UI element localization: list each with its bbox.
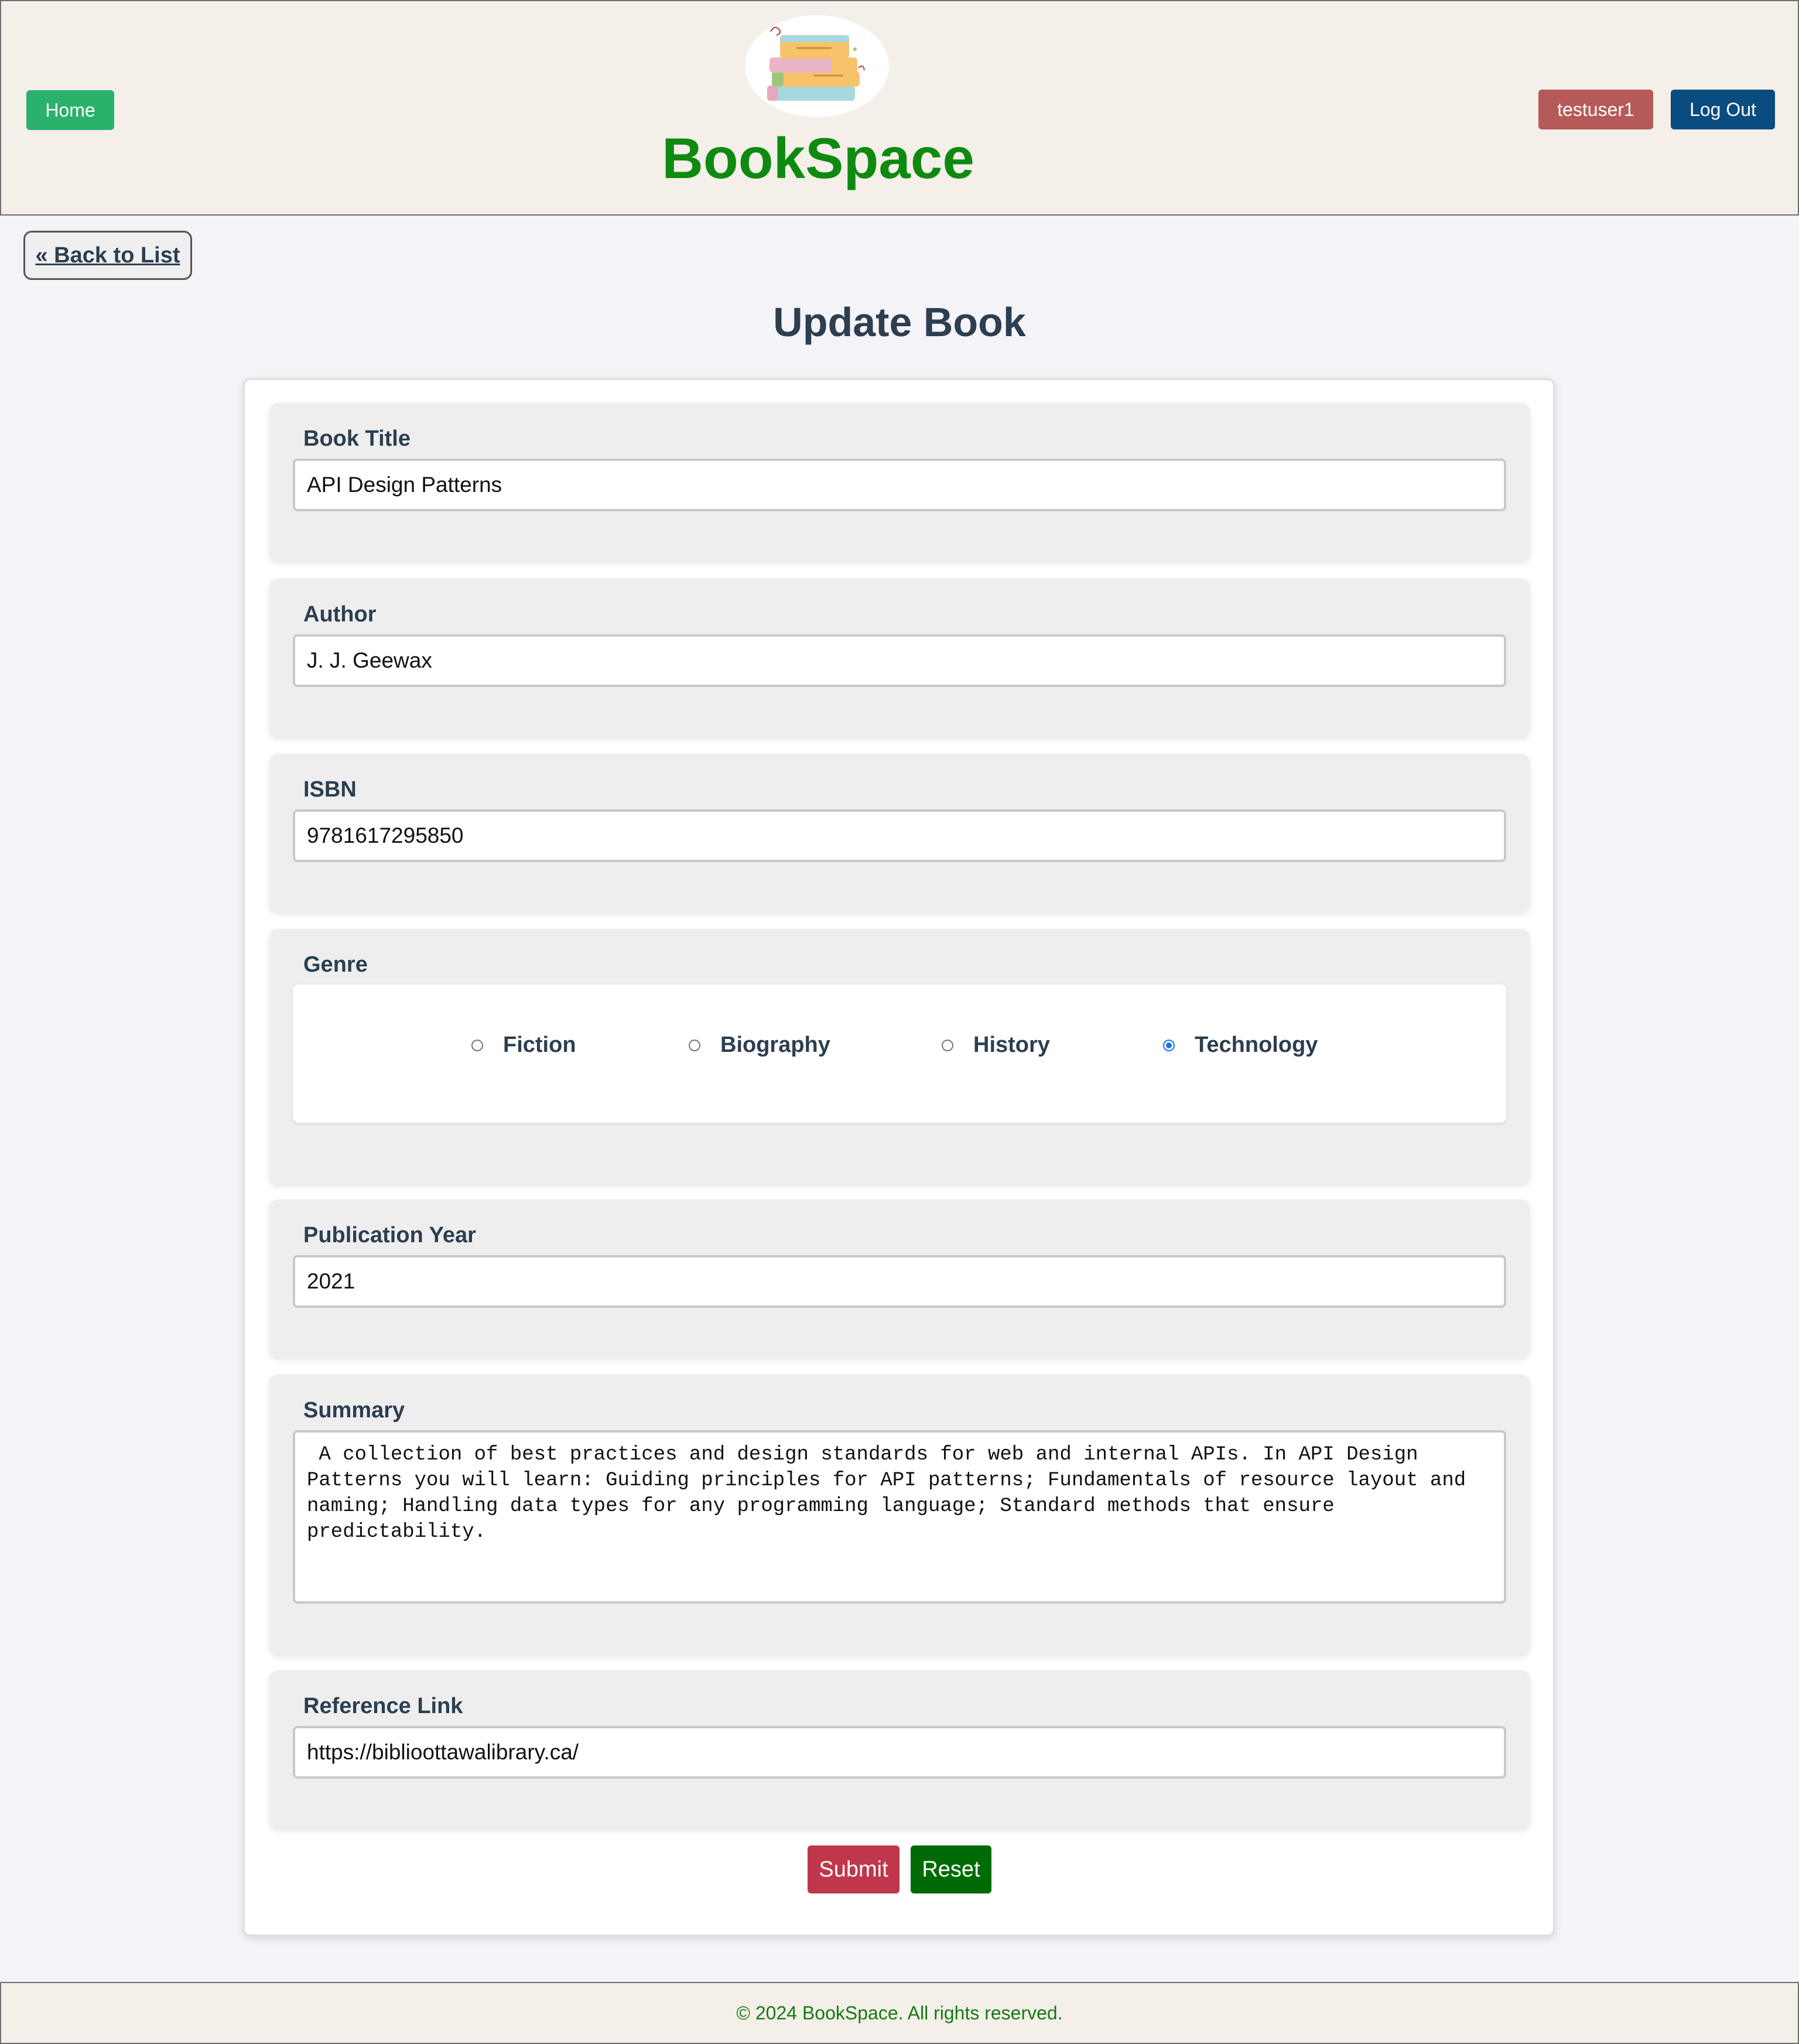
user-button[interactable]: testuser1: [1538, 90, 1653, 129]
genre-option-history[interactable]: History: [942, 1033, 1050, 1058]
radio-technology[interactable]: [1163, 1039, 1175, 1051]
publication-year-input[interactable]: [293, 1255, 1506, 1308]
home-button[interactable]: Home: [26, 90, 114, 130]
radio-fiction[interactable]: [471, 1039, 483, 1051]
back-to-list-link[interactable]: « Back to List: [23, 231, 192, 280]
genre-label: Genre: [303, 952, 368, 977]
page-title: Update Book: [773, 299, 1026, 345]
site-footer: © 2024 BookSpace. All rights reserved.: [0, 1982, 1799, 2044]
submit-button[interactable]: Submit: [808, 1845, 900, 1893]
site-header: Home BookSpace testuser1 Log Out: [0, 0, 1799, 216]
book-title-input[interactable]: [293, 459, 1506, 511]
isbn-label: ISBN: [303, 777, 357, 802]
publication-year-group: Publication Year: [269, 1199, 1530, 1358]
book-title-group: Book Title: [269, 403, 1530, 561]
author-group: Author: [269, 579, 1530, 737]
reset-button[interactable]: Reset: [911, 1845, 991, 1893]
genre-group: Genre Fiction Biography History Technolo…: [269, 929, 1530, 1184]
genre-option-technology[interactable]: Technology: [1163, 1033, 1318, 1058]
genre-technology-label: Technology: [1195, 1033, 1318, 1057]
reference-link-input[interactable]: [293, 1726, 1506, 1779]
isbn-group: ISBN: [269, 754, 1530, 912]
publication-year-label: Publication Year: [303, 1223, 476, 1247]
genre-options: Fiction Biography History Technology: [293, 985, 1506, 1123]
radio-biography[interactable]: [689, 1039, 700, 1051]
summary-label: Summary: [303, 1398, 405, 1423]
genre-history-label: History: [973, 1033, 1050, 1057]
author-input[interactable]: [293, 634, 1506, 687]
reference-link-label: Reference Link: [303, 1694, 463, 1718]
books-logo-icon: [744, 14, 890, 118]
genre-option-biography[interactable]: Biography: [689, 1033, 830, 1058]
summary-group: Summary A collection of best practices a…: [269, 1375, 1530, 1655]
summary-textarea[interactable]: A collection of best practices and desig…: [293, 1430, 1506, 1604]
author-label: Author: [303, 602, 377, 627]
genre-biography-label: Biography: [720, 1033, 830, 1057]
genre-option-fiction[interactable]: Fiction: [471, 1033, 576, 1058]
logout-button[interactable]: Log Out: [1671, 90, 1775, 129]
brand-title: BookSpace: [662, 126, 974, 190]
footer-copyright: © 2024 BookSpace. All rights reserved.: [736, 2002, 1063, 2024]
genre-fiction-label: Fiction: [503, 1033, 576, 1057]
book-title-label: Book Title: [303, 426, 411, 451]
radio-history[interactable]: [942, 1039, 953, 1051]
isbn-input[interactable]: [293, 809, 1506, 862]
reference-link-group: Reference Link: [269, 1670, 1530, 1828]
